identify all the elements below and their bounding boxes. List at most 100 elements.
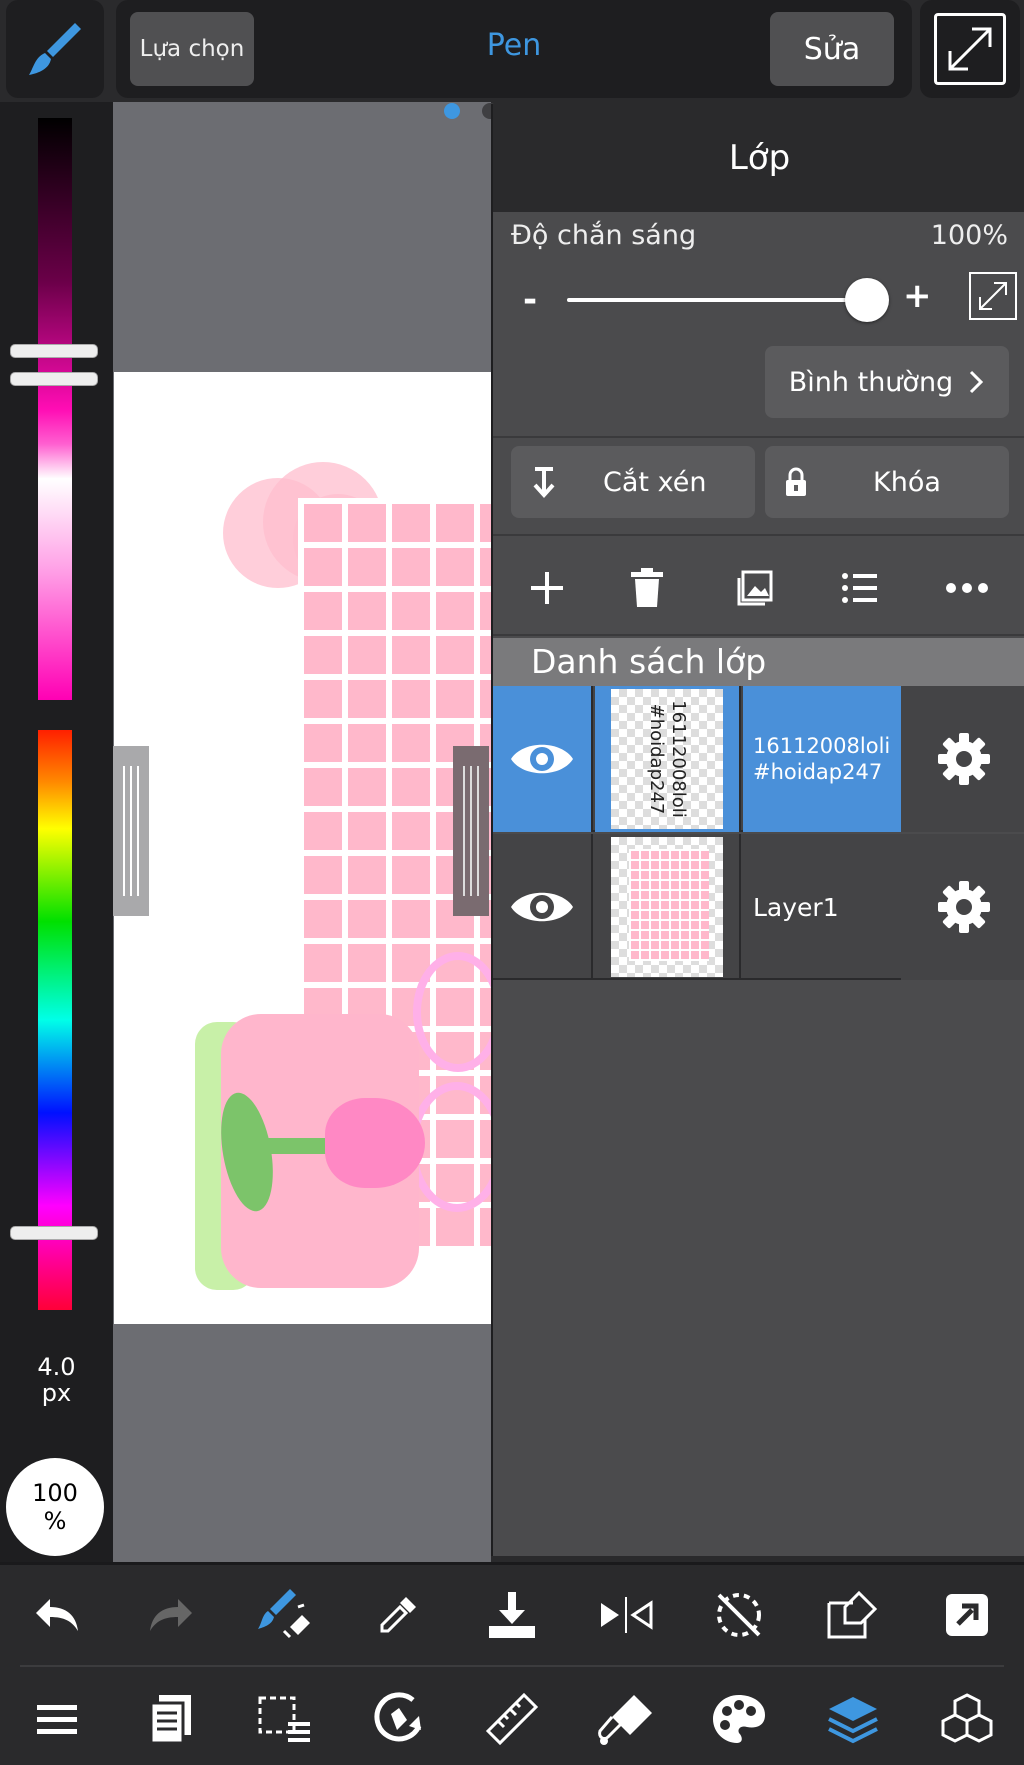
rotate-lock-button[interactable]: [704, 1580, 774, 1650]
artwork-tulip: [325, 1098, 425, 1188]
rotate-canvas-icon: [374, 1692, 422, 1742]
delete-layer-button[interactable]: [623, 564, 671, 612]
brush-eraser-switch-button[interactable]: [249, 1580, 319, 1650]
transform-icon: [827, 1590, 878, 1639]
edit-button[interactable]: Sửa: [770, 12, 894, 86]
ruler-button[interactable]: [477, 1684, 547, 1754]
brush-opacity-value: 100: [32, 1479, 78, 1507]
page-indicator: [444, 102, 498, 120]
bottom-toolbar-row-2: [0, 1669, 1024, 1765]
flip-icon: [600, 1597, 653, 1633]
ruler-icon: [485, 1692, 539, 1746]
brush-icon: [29, 23, 81, 75]
brush-eraser-switch-icon: [258, 1589, 311, 1639]
fullscreen-button[interactable]: [920, 0, 1020, 98]
eye-icon: [511, 744, 573, 774]
left-panel-handle[interactable]: [113, 746, 149, 916]
right-panel-handle[interactable]: [453, 746, 489, 916]
more-icon: [946, 583, 988, 593]
brightness-handle-bottom[interactable]: [10, 372, 98, 386]
drawing-canvas[interactable]: [113, 102, 491, 1562]
clipping-label: Cắt xén: [603, 466, 707, 498]
redo-button[interactable]: [136, 1580, 206, 1650]
layers-panel-title: Lớp: [493, 104, 1024, 212]
fill-button[interactable]: [591, 1684, 661, 1754]
layer-opacity-label: Độ chắn sáng: [511, 220, 697, 251]
layer-settings-button[interactable]: [901, 834, 1024, 980]
layer-thumbnail[interactable]: 16112008loli #hoidap247: [595, 686, 741, 832]
chevron-right-icon: [970, 370, 984, 394]
layer-visibility-toggle[interactable]: [493, 686, 593, 832]
image-layer-button[interactable]: [731, 564, 779, 612]
brush-size-value: 4.0: [37, 1353, 76, 1381]
blend-mode-button[interactable]: Bình thường: [765, 346, 1009, 418]
brush-size-unit: px: [41, 1379, 72, 1407]
layer-thumbnail-art: [629, 849, 709, 961]
image-layer-icon: [737, 570, 773, 606]
lock-label: Khóa: [873, 466, 941, 498]
expand-icon: [979, 282, 1007, 310]
layer-list-header: Danh sách lớp: [493, 638, 1024, 686]
layer-name[interactable]: 16112008loli #hoidap247: [743, 686, 901, 832]
brush-size-indicator[interactable]: 4.0 px: [0, 1354, 113, 1406]
share-icon: [946, 1594, 988, 1636]
opacity-increase-button[interactable]: +: [903, 276, 932, 316]
lock-button[interactable]: Khóa: [765, 446, 1009, 518]
opacity-slider-track[interactable]: [567, 298, 867, 302]
selection-icon: [258, 1696, 311, 1742]
share-button[interactable]: [932, 1580, 1002, 1650]
rotate-canvas-button[interactable]: [363, 1684, 433, 1754]
palette-button[interactable]: [704, 1684, 774, 1754]
layer-list-icon: [842, 573, 877, 603]
eyedropper-button[interactable]: [363, 1580, 433, 1650]
layers-button[interactable]: [818, 1684, 888, 1754]
layer-settings-button[interactable]: [901, 686, 1024, 832]
layer-opacity-value: 100%: [930, 220, 1008, 251]
palette-icon: [713, 1695, 766, 1743]
layers-icon: [828, 1697, 879, 1744]
clipping-arrow-icon: [533, 467, 555, 498]
gear-icon: [937, 733, 990, 785]
undo-icon: [35, 1599, 78, 1631]
opacity-expand-button[interactable]: [969, 272, 1017, 320]
pages-button[interactable]: [136, 1684, 206, 1754]
page-dot[interactable]: [444, 103, 460, 119]
eyedropper-icon: [380, 1597, 417, 1633]
download-button[interactable]: [477, 1580, 547, 1650]
pages-icon: [149, 1695, 191, 1745]
brush-opacity-unit: %: [43, 1507, 67, 1535]
materials-button[interactable]: [932, 1684, 1002, 1754]
hue-slider[interactable]: [38, 730, 72, 1310]
selection-layer-button[interactable]: [249, 1684, 319, 1754]
hue-handle[interactable]: [10, 1226, 98, 1240]
menu-icon: [36, 1705, 77, 1734]
brush-tool-button[interactable]: [6, 0, 104, 98]
layer-list-button[interactable]: [835, 564, 883, 612]
fill-icon: [597, 1695, 652, 1745]
layer-row[interactable]: Layer1: [493, 834, 1024, 980]
brush-opacity-indicator[interactable]: 100 %: [6, 1458, 104, 1556]
lock-icon: [786, 467, 806, 496]
layer-thumbnail[interactable]: [595, 834, 741, 980]
rotate-off-icon: [717, 1593, 762, 1637]
layers-panel: Lớp Độ chắn sáng 100% - + Bình thường Cắ…: [491, 104, 1024, 1556]
bottom-toolbar-divider: [20, 1665, 1004, 1667]
opacity-slider-thumb[interactable]: [845, 278, 889, 322]
redo-icon: [149, 1599, 192, 1631]
clipping-button[interactable]: Cắt xén: [511, 446, 755, 518]
flip-button[interactable]: [591, 1580, 661, 1650]
top-toolbar: Lựa chọn Pen Sửa: [116, 0, 912, 98]
transform-button[interactable]: [818, 1580, 888, 1650]
add-layer-button[interactable]: [523, 564, 571, 612]
brightness-handle-top[interactable]: [10, 344, 98, 358]
bottom-toolbar: [0, 1562, 1024, 1765]
more-options-button[interactable]: [943, 564, 991, 612]
brightness-slider[interactable]: [38, 118, 72, 700]
undo-button[interactable]: [22, 1580, 92, 1650]
delete-layer-icon: [631, 568, 663, 607]
layer-name[interactable]: Layer1: [743, 834, 901, 980]
layer-row[interactable]: 16112008loli #hoidap247 16112008loli #ho…: [493, 686, 1024, 832]
opacity-decrease-button[interactable]: -: [523, 280, 537, 320]
menu-button[interactable]: [22, 1684, 92, 1754]
layer-visibility-toggle[interactable]: [493, 834, 593, 980]
